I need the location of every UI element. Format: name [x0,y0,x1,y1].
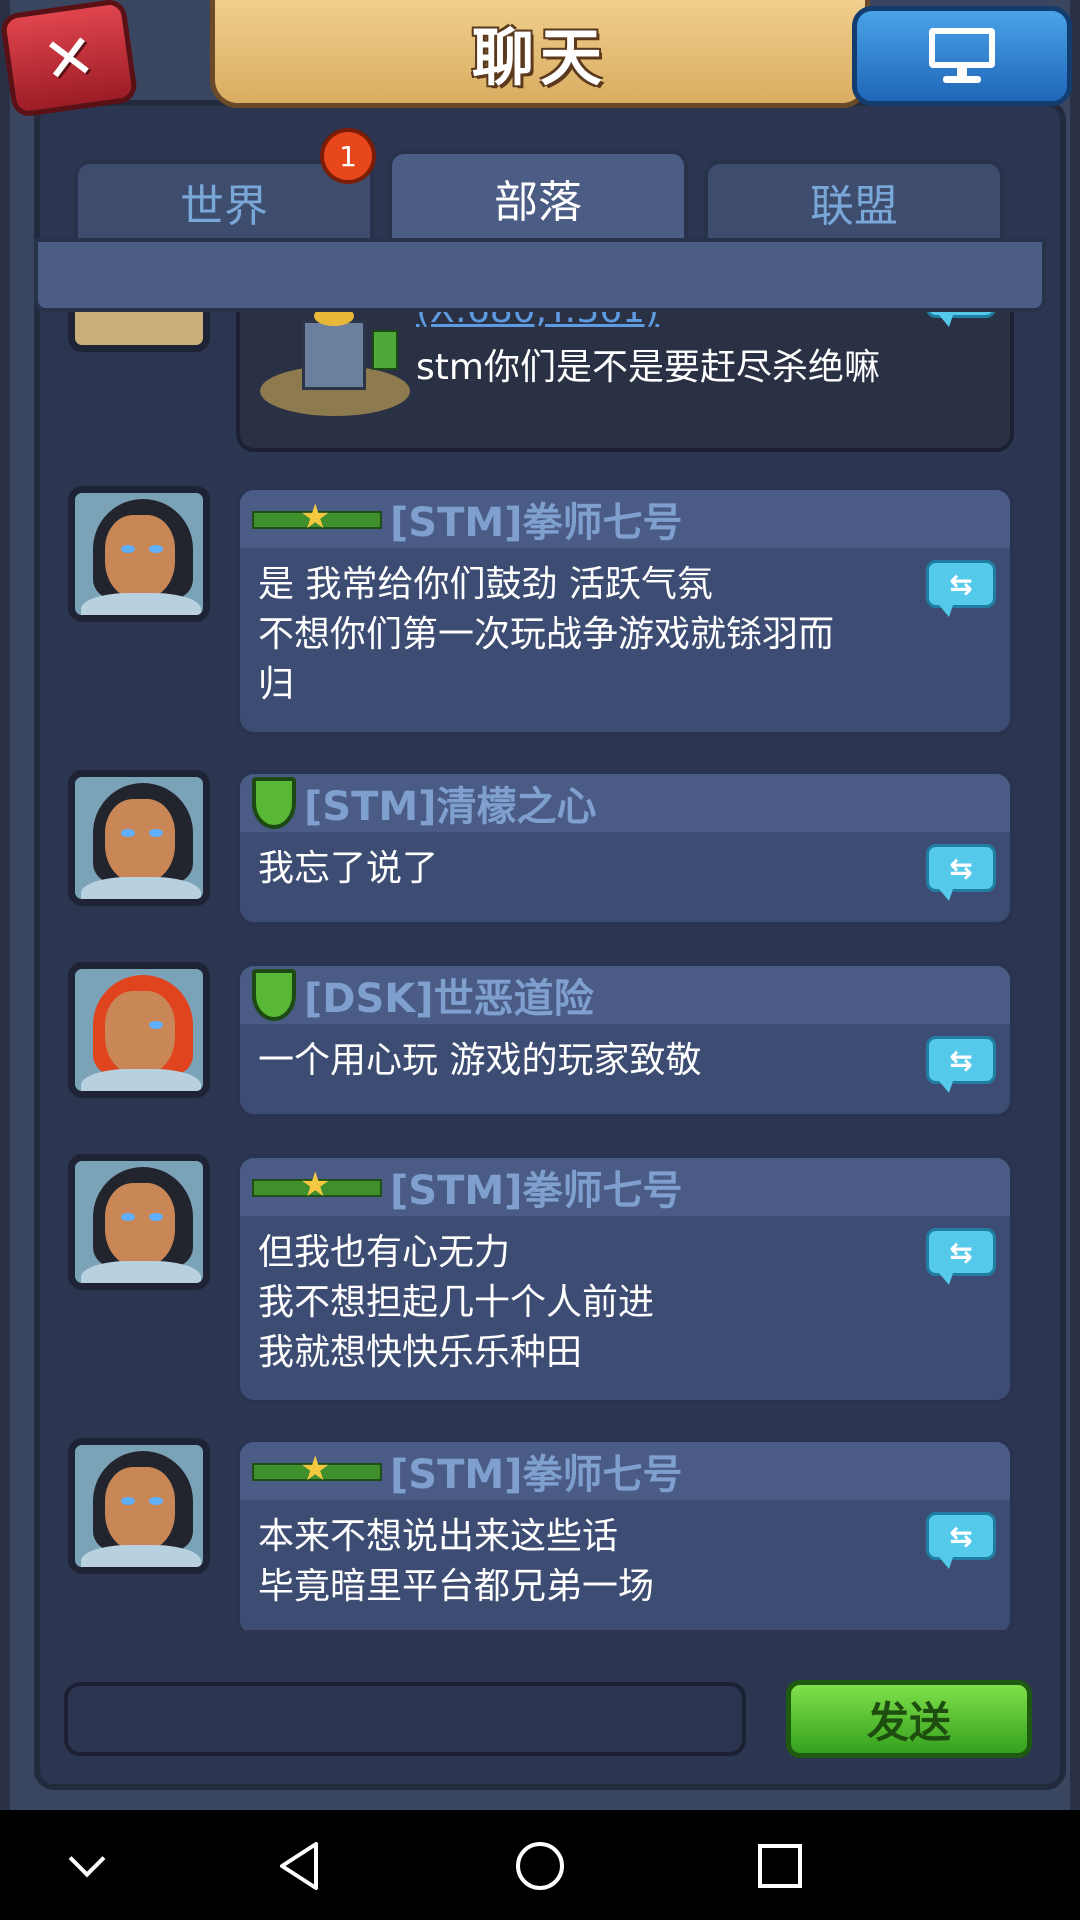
message-text: stm你们是不是要赶尽杀绝嘛 [416,347,880,388]
translate-icon: ⇆ [949,1235,973,1269]
translate-icon: ⇆ [949,567,973,601]
list-item: (X:680,Y:361) stm你们是不是要赶尽杀绝嘛 ⇆ [236,312,1014,452]
chevron-down-icon[interactable] [62,1838,118,1894]
rank-star-icon: ★ [252,497,382,537]
translate-button[interactable]: ⇆ [926,1036,996,1093]
sender-name[interactable]: [STM]清檬之心 [304,774,596,832]
tab-alliance-label: 联盟 [810,181,898,232]
sender-name[interactable]: [STM]拳师七号 [390,490,682,548]
message-text: 但我也有心无力 我不想担起几十个人前进 我就想快快乐乐种田 [258,1232,655,1373]
translate-button[interactable]: ⇆ [926,844,996,901]
chat-list[interactable]: (X:680,Y:361) stm你们是不是要赶尽杀绝嘛 ⇆ ★ [STM]拳师… [44,312,1036,1630]
translate-button[interactable]: ⇆ [926,1512,996,1569]
monitor-icon [929,28,995,84]
tab-tribe[interactable]: 部落 [388,150,688,242]
message-text: 本来不想说出来这些话 毕竟暗里平台都兄弟一场 [258,1516,655,1607]
translate-button[interactable]: ⇆ [926,312,996,327]
message-bubble: ★ [STM]拳师七号 但我也有心无力 我不想担起几十个人前进 我就想快快乐乐种… [236,1154,1014,1404]
message-bubble: ★ [STM]拳师七号 本来不想说出来这些话 毕竟暗里平台都兄弟一场 ⇆ [236,1438,1014,1630]
tab-alliance[interactable]: 联盟 [704,160,1004,240]
translate-icon: ⇆ [949,851,973,885]
close-icon: ✕ [38,18,100,98]
message-text: 一个用心玩 游戏的玩家致敬 [258,1040,702,1081]
translate-button[interactable]: ⇆ [926,560,996,617]
rank-star-icon: ★ [252,1165,382,1205]
tab-world-label: 世界 [180,181,268,232]
castle-icon [260,312,410,416]
translate-icon: ⇆ [949,1043,973,1077]
rank-star-icon: ★ [252,1449,382,1489]
title-banner: 聊天 [210,0,870,108]
coordinates-link[interactable]: (X:680,Y:361) [416,312,659,331]
sender-name[interactable]: [STM]拳师七号 [390,1442,682,1500]
chat-input[interactable] [64,1682,746,1756]
display-button[interactable] [852,6,1072,106]
rank-shield-icon [252,777,296,829]
notification-badge: 1 [320,128,376,184]
sender-name[interactable]: [DSK]世恶道险 [304,966,594,1024]
message-bubble: [DSK]世恶道险 一个用心玩 游戏的玩家致敬 ⇆ [236,962,1014,1118]
message-bubble: ★ [STM]拳师七号 是 我常给你们鼓劲 活跃气氛 不想你们第一次玩战争游戏就… [236,486,1014,736]
sender-name[interactable]: [STM]拳师七号 [390,1158,682,1216]
translate-icon: ⇆ [949,1519,973,1553]
message-text: 我忘了说了 [258,848,439,889]
send-button[interactable]: 发送 [786,1680,1032,1758]
tab-tribe-label: 部落 [494,177,582,228]
recent-apps-icon[interactable] [752,1838,808,1894]
translate-button[interactable]: ⇆ [926,1228,996,1285]
avatar[interactable] [68,312,210,352]
avatar[interactable] [68,962,210,1098]
home-icon[interactable] [512,1838,568,1894]
message-bubble: [STM]清檬之心 我忘了说了 ⇆ [236,770,1014,926]
page-title: 聊天 [471,20,608,94]
tab-strip [34,238,1046,312]
avatar[interactable] [68,770,210,906]
rank-shield-icon [252,969,296,1021]
avatar[interactable] [68,1154,210,1290]
message-text: 是 我常给你们鼓劲 活跃气氛 不想你们第一次玩战争游戏就铩羽而 归 [258,564,835,705]
avatar[interactable] [68,486,210,622]
system-nav-bar [0,1810,1080,1920]
avatar[interactable] [68,1438,210,1574]
close-button[interactable]: ✕ [0,0,139,119]
back-icon[interactable] [272,1838,328,1894]
